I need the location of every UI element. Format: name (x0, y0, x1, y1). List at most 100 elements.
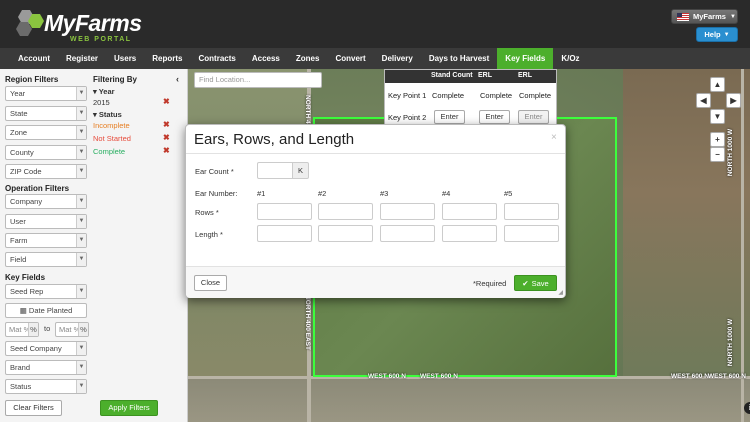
operation-user-select[interactable]: User ▼ (5, 214, 87, 229)
key-brand-select[interactable]: Brand ▼ (5, 360, 87, 375)
info-icon[interactable]: i (744, 402, 750, 414)
seed-rep-select[interactable]: Seed Rep ▼ (5, 284, 87, 299)
key-point-1-value: Complete (432, 91, 465, 100)
select-label: User (10, 217, 26, 226)
length-input-3[interactable] (380, 225, 435, 242)
close-button[interactable]: Close (194, 275, 227, 291)
modal-title: Ears, Rows, and Length (194, 131, 355, 148)
chevron-down-icon: ▼ (76, 380, 86, 393)
user-menu-button[interactable]: MyFarms ▼ (671, 9, 738, 24)
nav-item-days-to-harvest[interactable]: Days to Harvest (421, 48, 497, 69)
logo-hexagon-icon (16, 10, 44, 36)
date-planted-label: Date Planted (28, 306, 73, 315)
apply-filters-button[interactable]: Apply Filters (100, 400, 158, 416)
filter-status-value: Incomplete (93, 121, 130, 130)
nav-item-reports[interactable]: Reports (144, 48, 190, 69)
nav-item-access[interactable]: Access (244, 48, 288, 69)
nav-item-delivery[interactable]: Delivery (374, 48, 421, 69)
region-county-select[interactable]: County ▼ (5, 145, 87, 160)
select-label: Company (10, 197, 43, 206)
operation-company-select[interactable]: Company ▼ (5, 194, 87, 209)
nav-item-users[interactable]: Users (106, 48, 144, 69)
length-label: Length * (195, 230, 223, 239)
mat-to-input[interactable]: Mat % % (55, 322, 89, 337)
map-field-plot (188, 379, 750, 422)
select-label: County (10, 148, 34, 157)
remove-filter-icon[interactable]: ✖ (163, 97, 170, 106)
key-seed-company-select[interactable]: Seed Company ▼ (5, 341, 87, 356)
clear-filters-button[interactable]: Clear Filters (5, 400, 62, 416)
nav-item-register[interactable]: Register (58, 48, 106, 69)
filter-status-value: Complete (93, 147, 126, 156)
key-point-1-value: Complete (519, 91, 552, 100)
operation-field-select[interactable]: Field ▼ (5, 252, 87, 267)
remove-filter-icon[interactable]: ✖ (163, 133, 170, 142)
enter-button[interactable]: Enter (518, 110, 549, 124)
percent-suffix: % (78, 323, 88, 336)
operation-farm-select[interactable]: Farm ▼ (5, 233, 87, 248)
key-points-table: Stand Count ERL ERL Key Point 1 Complete… (384, 69, 557, 127)
nav-item-convert[interactable]: Convert (327, 48, 373, 69)
chevron-down-icon: ▼ (76, 146, 86, 159)
remove-filter-icon[interactable]: ✖ (163, 120, 170, 129)
nav-item-k-oz[interactable]: K/Oz (553, 48, 587, 69)
pan-left-button[interactable]: ◀ (696, 93, 711, 108)
key-status-select[interactable]: Status ▼ (5, 379, 87, 394)
rows-input-2[interactable] (318, 203, 373, 220)
collapse-sidebar-icon[interactable]: ‹ (176, 74, 179, 84)
save-button[interactable]: ✔ Save (514, 275, 557, 291)
ear-count-suffix: K (292, 162, 309, 179)
modal-footer: Close *Required ✔ Save ◢ (186, 266, 565, 298)
enter-button[interactable]: Enter (434, 110, 465, 124)
rows-input-5[interactable] (504, 203, 559, 220)
ear-number-header: #1 (257, 189, 266, 198)
key-fields-heading: Key Fields (5, 273, 46, 282)
length-input-2[interactable] (318, 225, 373, 242)
length-input-5[interactable] (504, 225, 559, 242)
region-state-select[interactable]: State ▼ (5, 106, 87, 121)
ear-count-input[interactable] (257, 162, 294, 179)
find-location-input[interactable]: Find Location... (194, 72, 322, 88)
remove-filter-icon[interactable]: ✖ (163, 146, 170, 155)
select-label: Status (10, 382, 32, 391)
caret-down-icon: ▼ (729, 13, 736, 20)
region-zone-select[interactable]: Zone ▼ (5, 125, 87, 140)
help-button-label: Help (704, 30, 721, 39)
zoom-out-button[interactable]: − (710, 147, 725, 162)
zoom-in-button[interactable]: + (710, 132, 725, 147)
us-flag-icon (677, 12, 689, 21)
chevron-down-icon: ▼ (76, 126, 86, 139)
region-zip-code-select[interactable]: ZIP Code ▼ (5, 164, 87, 179)
mat-from-input[interactable]: Mat % % (5, 322, 39, 337)
chevron-down-icon: ▼ (76, 361, 86, 374)
rows-input-3[interactable] (380, 203, 435, 220)
ear-number-header: #4 (442, 189, 451, 198)
help-button[interactable]: Help ▼ (696, 27, 738, 42)
region-year-select[interactable]: Year ▼ (5, 86, 87, 101)
road-label: WEST 600 N (420, 373, 458, 380)
rows-input-4[interactable] (442, 203, 497, 220)
length-input-1[interactable] (257, 225, 312, 242)
logo[interactable]: MyFarms WEB PORTAL (14, 6, 142, 44)
rows-input-1[interactable] (257, 203, 312, 220)
nav-item-contracts[interactable]: Contracts (191, 48, 244, 69)
chevron-down-icon: ▼ (76, 87, 86, 100)
date-planted-button[interactable]: ▦ Date Planted (5, 303, 87, 318)
nav-item-zones[interactable]: Zones (288, 48, 328, 69)
key-point-1-label: Key Point 1 (388, 91, 427, 100)
nav-item-account[interactable]: Account (10, 48, 58, 69)
pan-up-button[interactable]: ▲ (710, 77, 725, 92)
logo-text: MyFarms (44, 10, 142, 36)
chevron-down-icon: ▼ (76, 342, 86, 355)
col-erl: ERL (478, 72, 492, 79)
pan-down-button[interactable]: ▼ (710, 109, 725, 124)
enter-button[interactable]: Enter (479, 110, 510, 124)
resize-handle-icon[interactable]: ◢ (558, 289, 563, 296)
length-input-4[interactable] (442, 225, 497, 242)
filter-status-heading: ▾ Status (93, 110, 122, 119)
select-label: State (10, 109, 28, 118)
close-icon[interactable]: × (551, 132, 557, 143)
pan-right-button[interactable]: ▶ (726, 93, 741, 108)
nav-item-key-fields[interactable]: Key Fields (497, 48, 554, 69)
map-road (741, 69, 744, 422)
